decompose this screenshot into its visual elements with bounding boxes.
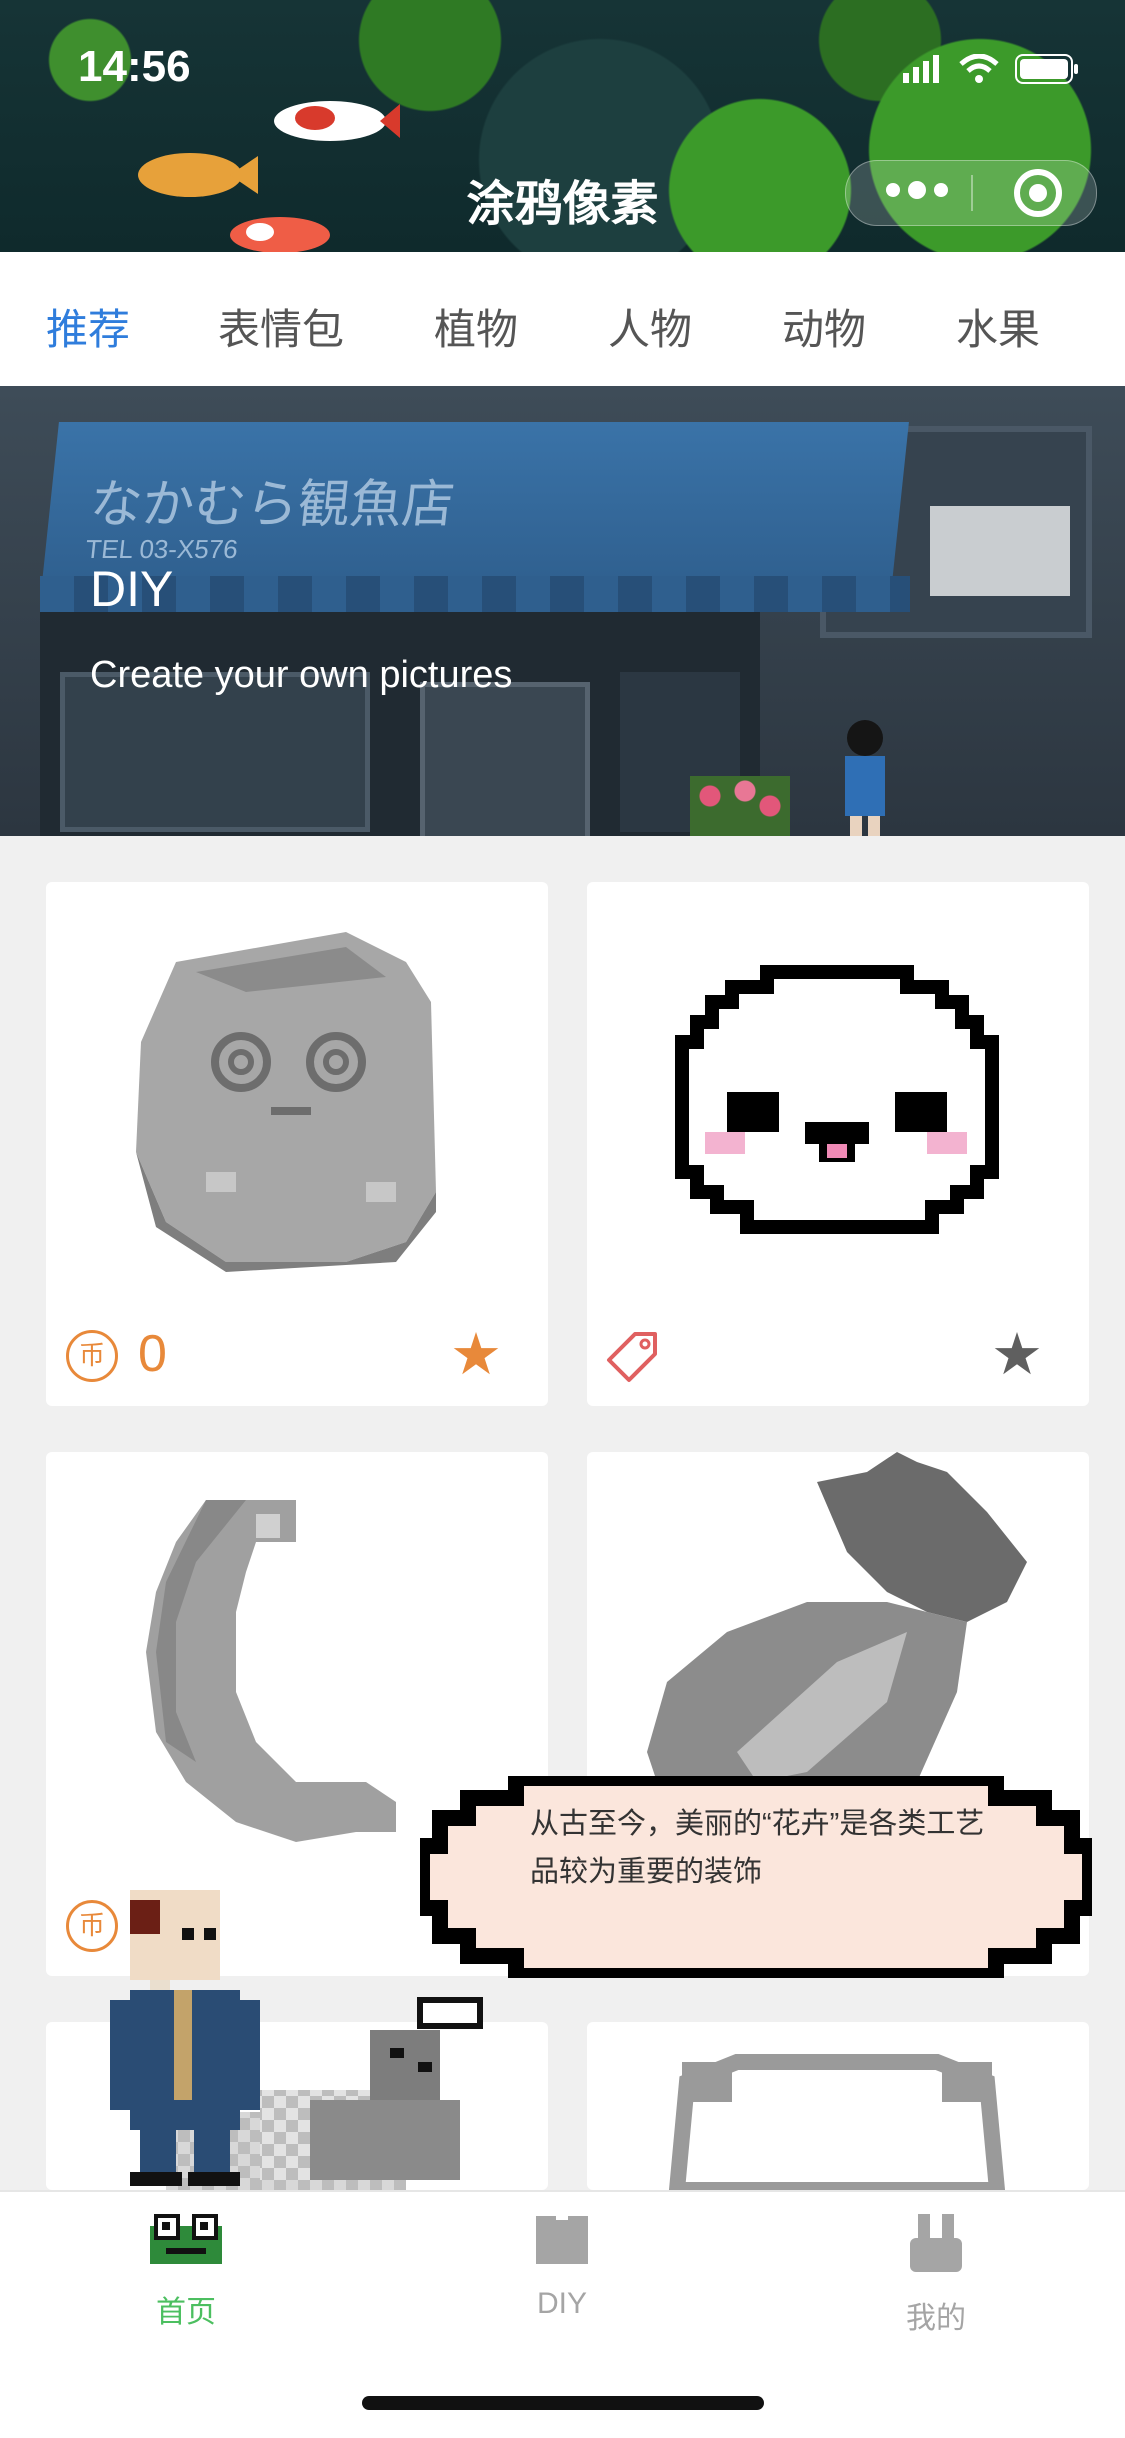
white-panda-face-artwork (675, 965, 999, 1234)
artwork-card[interactable]: ★ (587, 882, 1089, 1406)
star-icon[interactable]: ★ (991, 1324, 1043, 1386)
card-footer: 币 0 ★ (46, 1322, 548, 1406)
shop-sign: なかむら観魚店 (87, 475, 458, 535)
more-menu-icon[interactable] (886, 181, 948, 199)
tab-plants[interactable]: 植物 (434, 296, 518, 357)
nav-home[interactable]: 首页 (86, 2212, 286, 2331)
artwork-card[interactable]: 币 0 ★ (46, 882, 548, 1406)
banner-title: DIY (90, 561, 174, 617)
status-icons (903, 54, 1079, 84)
frog-icon (150, 2214, 222, 2264)
star-icon[interactable]: ★ (450, 1324, 502, 1386)
app-header: 14:56 涂鸦像素 (0, 0, 1125, 252)
flower-pot-icon (690, 776, 790, 836)
tab-emoji[interactable]: 表情包 (218, 296, 344, 357)
tab-animals[interactable]: 动物 (782, 296, 866, 357)
category-tabs: 推荐 表情包 植物 人物 动物 水果 (0, 252, 1125, 386)
status-time: 14:56 (78, 42, 191, 91)
nav-diy-label: DIY (536, 2287, 587, 2320)
signal-icon (903, 55, 939, 83)
tab-people[interactable]: 人物 (608, 296, 692, 357)
nav-home-label: 首页 (156, 2296, 216, 2329)
koi-fish-icon (274, 101, 400, 141)
rabbit-icon (910, 2214, 962, 2272)
girl-figure-icon (845, 720, 885, 836)
artwork-card[interactable] (587, 2022, 1089, 2190)
bubble-text: 从古至今，美丽的“花卉”是各类工艺品较为重要的装饰 (530, 1808, 985, 1888)
mini-program-capsule (845, 160, 1097, 226)
wifi-icon (959, 54, 999, 83)
tag-icon (607, 1332, 657, 1382)
close-miniprogram-icon[interactable] (1014, 169, 1062, 217)
gray-face-egg-artwork (136, 932, 436, 1272)
nav-mine[interactable]: 我的 (836, 2212, 1036, 2337)
banner-subtitle: Create your own pictures (90, 654, 513, 696)
air-conditioner-icon (930, 506, 1070, 596)
coin-icon: 币 (66, 1330, 118, 1382)
tab-recommend[interactable]: 推荐 (46, 296, 130, 357)
coin-count: 0 (138, 1325, 167, 1383)
nav-mine-label: 我的 (906, 2302, 966, 2335)
battery-icon (1015, 54, 1078, 84)
home-indicator (362, 2396, 764, 2410)
nav-diy[interactable]: DIY (462, 2212, 662, 2321)
tab-fruit[interactable]: 水果 (956, 296, 1040, 357)
book-icon (536, 2216, 588, 2264)
card-footer: ★ (587, 1322, 1089, 1406)
partial-panda-artwork (668, 2054, 1006, 2190)
